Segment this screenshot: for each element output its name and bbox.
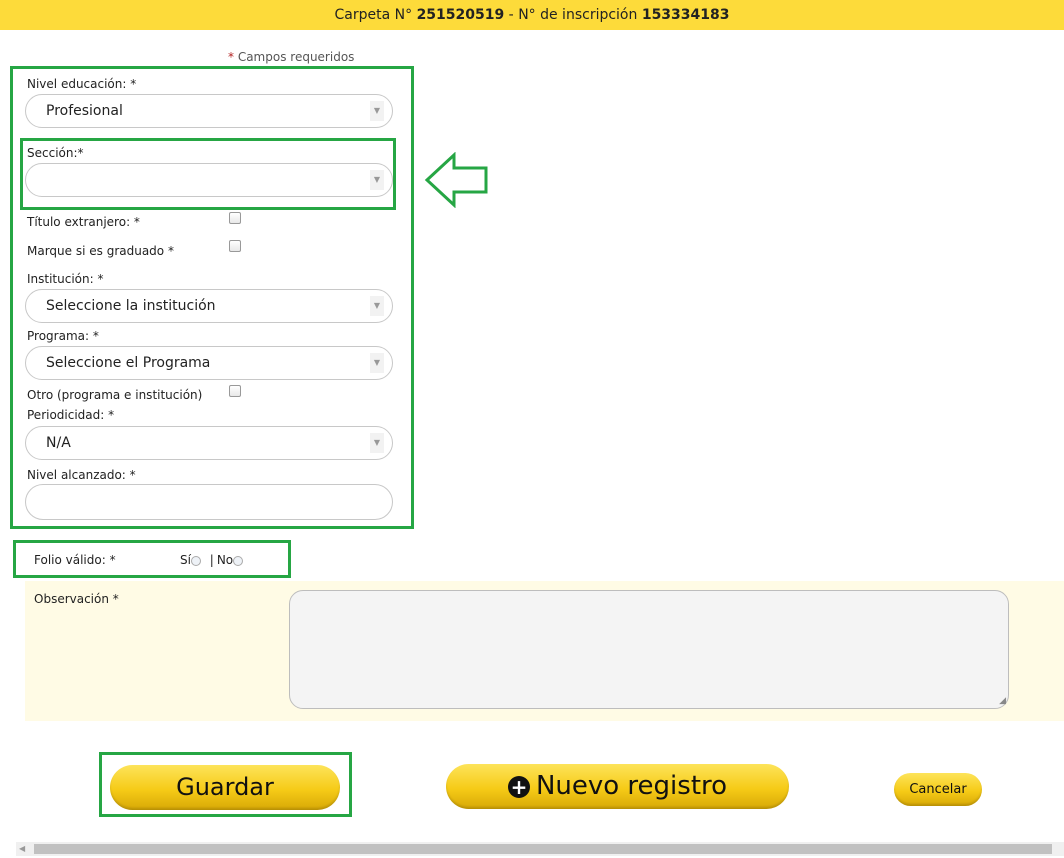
- nivel-educacion-value: Profesional: [46, 103, 123, 119]
- folio-no-label: No: [216, 553, 234, 567]
- programa-value: Seleccione el Programa: [46, 355, 211, 371]
- resize-handle-icon[interactable]: ◢: [999, 696, 1006, 706]
- cancelar-label: Cancelar: [909, 782, 967, 797]
- nivel-alcanzado-label: Nivel alcanzado: *: [27, 468, 136, 482]
- plus-circle-icon: +: [507, 775, 530, 798]
- guardar-button[interactable]: Guardar: [110, 765, 340, 810]
- folio-yes-radio[interactable]: [190, 555, 201, 566]
- header-separator: -: [504, 7, 519, 23]
- inscripcion-number: 153334183: [641, 7, 730, 23]
- required-fields-note: * Campos requeridos: [228, 50, 354, 64]
- otro-checkbox[interactable]: [229, 385, 241, 397]
- periodicidad-select[interactable]: N/A ▼: [25, 426, 393, 460]
- periodicidad-label: Periodicidad: *: [27, 408, 115, 422]
- nivel-educacion-label: Nivel educación: *: [27, 77, 137, 91]
- chevron-down-icon: ▼: [370, 170, 384, 190]
- folio-no-radio[interactable]: [233, 555, 244, 566]
- institucion-value: Seleccione la institución: [46, 298, 216, 314]
- seccion-select[interactable]: ▼: [25, 163, 393, 197]
- titulo-extranjero-checkbox[interactable]: [229, 212, 241, 224]
- seccion-label: Sección:*: [27, 146, 84, 160]
- folio-options: Sí | No: [180, 553, 244, 567]
- carpeta-number: 251520519: [416, 7, 505, 23]
- scroll-left-arrow-icon[interactable]: ◀: [19, 842, 25, 856]
- titulo-extranjero-label: Título extranjero: *: [27, 215, 140, 229]
- observacion-label: Observación *: [34, 592, 119, 606]
- graduado-checkbox[interactable]: [229, 240, 241, 252]
- chevron-down-icon: ▼: [370, 433, 384, 453]
- periodicidad-value: N/A: [46, 435, 71, 451]
- folio-label: Folio válido: *: [34, 553, 116, 567]
- programa-select[interactable]: Seleccione el Programa ▼: [25, 346, 393, 380]
- inscripcion-label: N° de inscripción: [518, 7, 638, 23]
- chevron-down-icon: ▼: [370, 353, 384, 373]
- carpeta-label: Carpeta N°: [334, 7, 413, 23]
- scrollbar-thumb[interactable]: [34, 844, 1052, 854]
- left-arrow-icon: [424, 152, 488, 208]
- institucion-select[interactable]: Seleccione la institución ▼: [25, 289, 393, 323]
- graduado-label: Marque si es graduado *: [27, 244, 174, 258]
- nuevo-registro-button[interactable]: + Nuevo registro: [446, 764, 789, 809]
- folio-divider: |: [209, 553, 214, 567]
- horizontal-scrollbar[interactable]: ◀: [16, 842, 1064, 856]
- required-star: *: [228, 50, 234, 64]
- cancelar-button[interactable]: Cancelar: [894, 773, 982, 806]
- header-bar: Carpeta N° 251520519 - N° de inscripción…: [0, 0, 1064, 30]
- nivel-educacion-select[interactable]: Profesional ▼: [25, 94, 393, 128]
- institucion-label: Institución: *: [27, 272, 104, 286]
- folio-yes-label: Sí: [180, 553, 191, 567]
- otro-label: Otro (programa e institución): [27, 388, 203, 402]
- nuevo-registro-label: Nuevo registro: [535, 771, 728, 801]
- chevron-down-icon: ▼: [370, 101, 384, 121]
- observacion-textarea[interactable]: ◢: [289, 590, 1009, 709]
- nivel-alcanzado-input[interactable]: [25, 484, 393, 520]
- guardar-label: Guardar: [176, 773, 274, 801]
- required-text: Campos requeridos: [237, 50, 355, 64]
- chevron-down-icon: ▼: [370, 296, 384, 316]
- programa-label: Programa: *: [27, 329, 99, 343]
